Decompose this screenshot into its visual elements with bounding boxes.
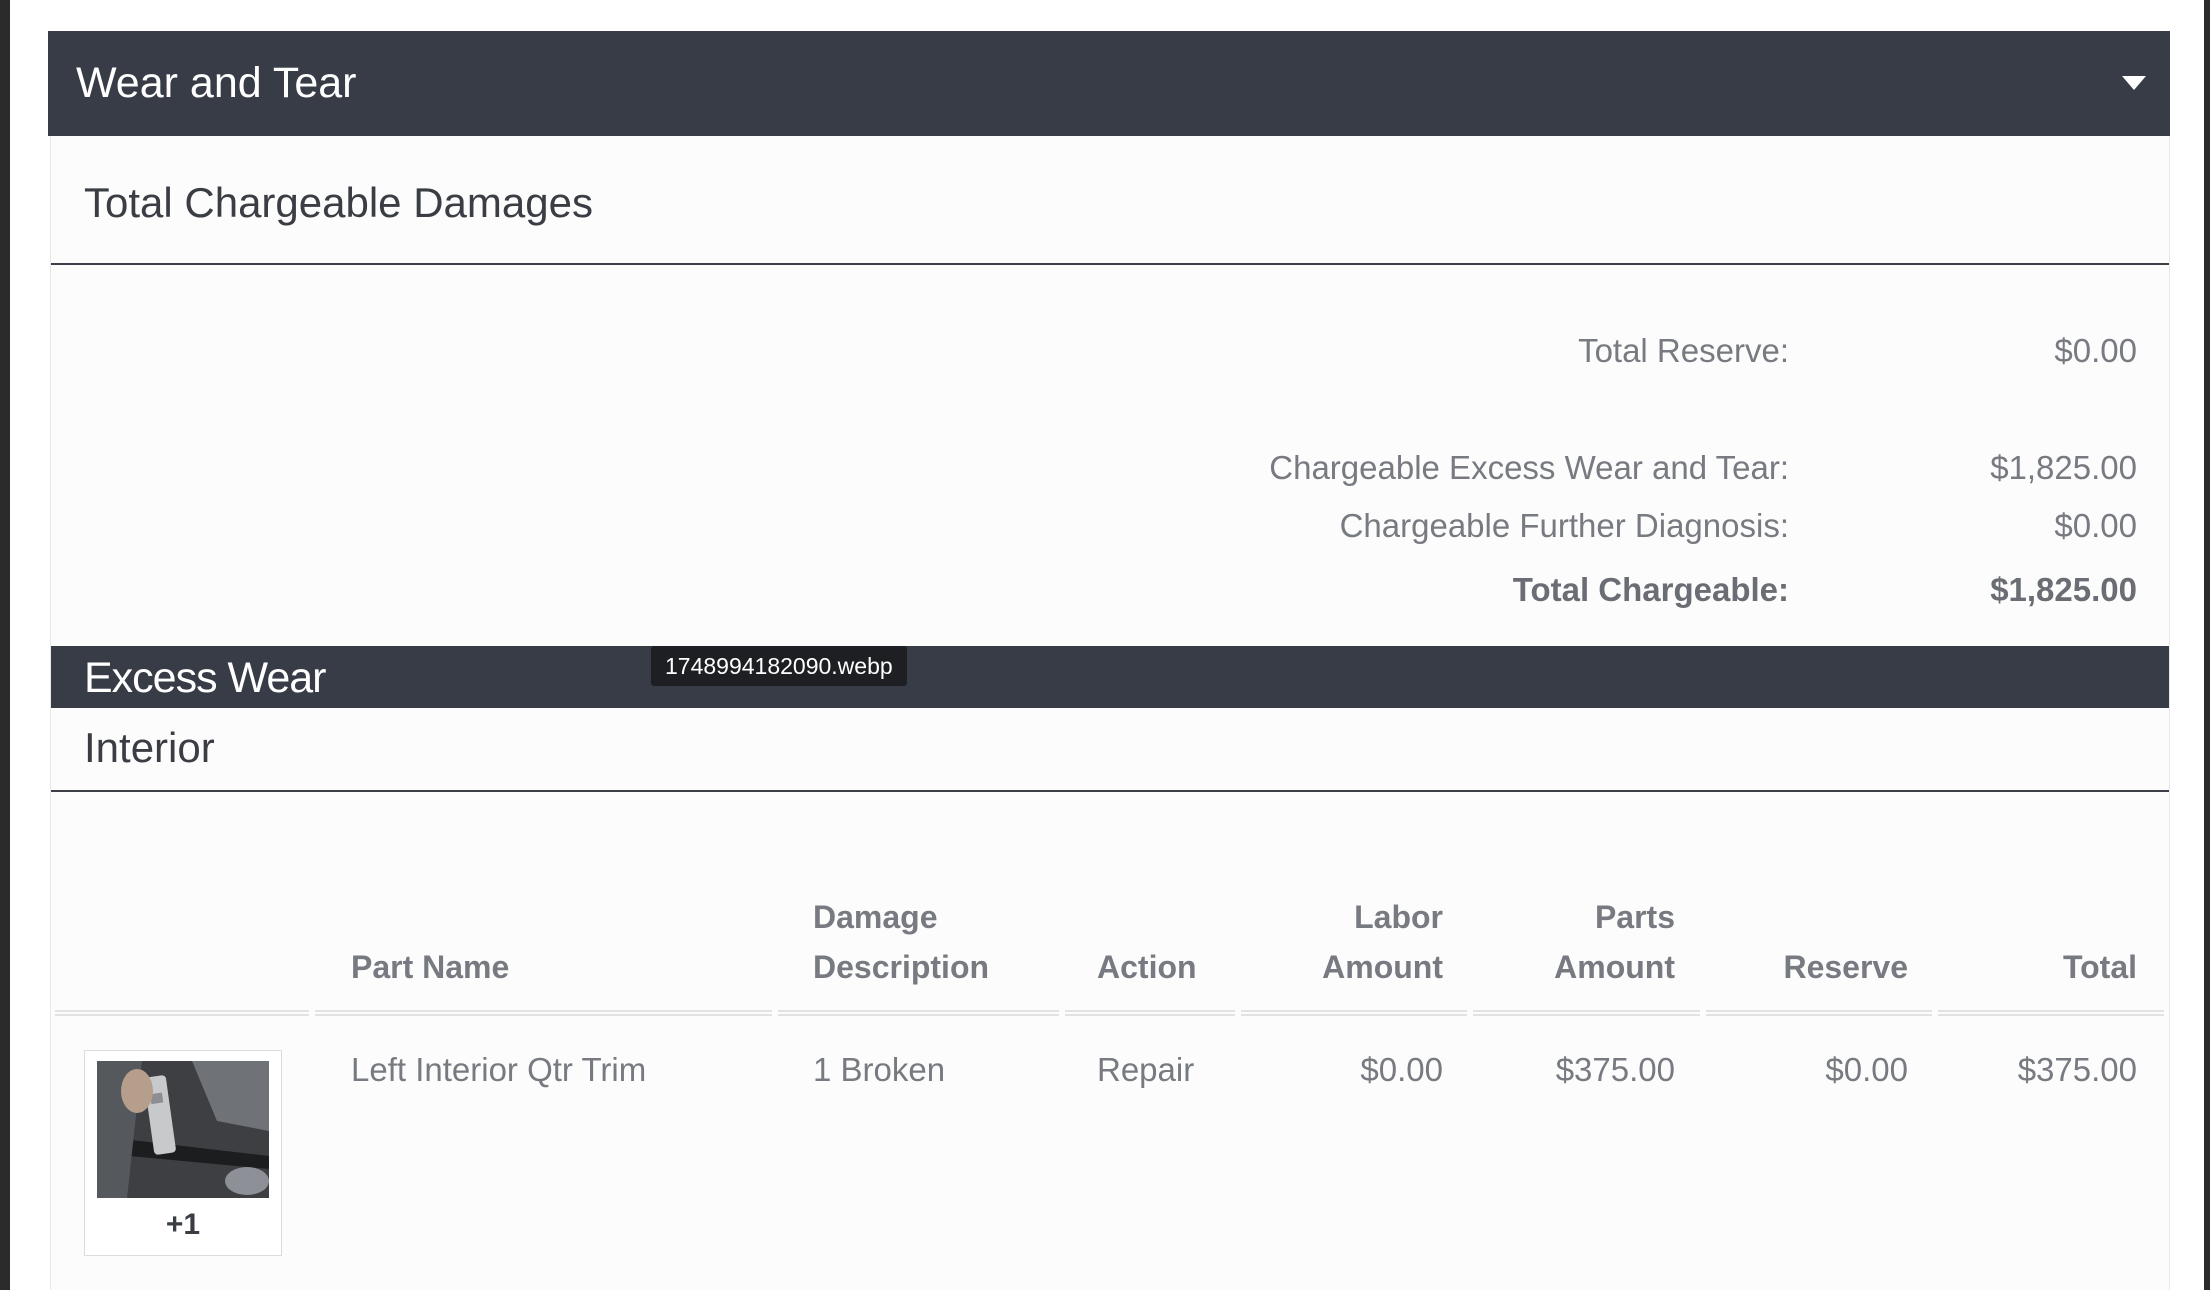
- interior-title: Interior: [84, 724, 215, 771]
- header-underline: [1706, 1010, 1932, 1016]
- excess-wear-title: Excess Wear: [84, 654, 326, 702]
- excess-wear-bar: Excess Wear 1748994182090.webp: [51, 646, 2169, 708]
- col-header-parts-line2: Amount: [1554, 949, 1675, 985]
- damage-photo-image: [97, 1061, 269, 1198]
- cell-damage-description: 1 Broken: [813, 1051, 946, 1088]
- divider: [51, 263, 2169, 265]
- col-header-total: Total: [2062, 949, 2137, 985]
- photo-count: +1: [165, 1208, 201, 1241]
- total-reserve-value: $0.00: [2054, 332, 2137, 369]
- header-underline: [778, 1010, 1059, 1016]
- total-chargeable-value: $1,825.00: [1990, 571, 2137, 608]
- header-underline: [1473, 1010, 1700, 1016]
- col-header-labor-line2: Amount: [1322, 949, 1443, 985]
- cell-parts-amount: $375.00: [1555, 1051, 1675, 1088]
- col-header-parts-line1: Parts: [1594, 899, 1675, 935]
- chargeable-excess-label: Chargeable Excess Wear and Tear:: [1269, 449, 1789, 486]
- total-reserve-label: Total Reserve:: [1578, 332, 1789, 369]
- col-header-action: Action: [1097, 949, 1197, 985]
- cell-action: Repair: [1097, 1051, 1195, 1088]
- col-header-reserve: Reserve: [1783, 949, 1908, 985]
- header-underline: [315, 1010, 772, 1016]
- header-underline: [55, 1010, 309, 1016]
- col-header-damage-line2: Description: [813, 949, 990, 985]
- header-underline: [1938, 1010, 2164, 1016]
- total-chargeable-label: Total Chargeable:: [1512, 571, 1789, 608]
- header-underline: [1065, 1010, 1235, 1016]
- cell-labor-amount: $0.00: [1360, 1051, 1443, 1088]
- page: Wear and Tear Total Chargeable Damages T…: [10, 0, 2204, 1290]
- caret-down-icon[interactable]: [2122, 76, 2146, 90]
- total-chargeable-damages-title: Total Chargeable Damages: [84, 179, 593, 226]
- filename-tooltip: 1748994182090.webp: [651, 646, 907, 686]
- col-header-damage-line1: Damage: [813, 899, 938, 935]
- chargeable-diagnosis-value: $0.00: [2054, 507, 2137, 544]
- chargeable-excess-value: $1,825.00: [1990, 449, 2137, 486]
- panel-title: Wear and Tear: [76, 59, 357, 107]
- damages-card: Total Chargeable Damages Total Reserve: …: [50, 136, 2170, 1290]
- col-header-part-name: Part Name: [351, 949, 510, 985]
- col-header-labor-line1: Labor: [1354, 899, 1443, 935]
- cell-reserve: $0.00: [1825, 1051, 1908, 1088]
- wear-and-tear-panel-header[interactable]: Wear and Tear: [48, 31, 2170, 136]
- cell-total: $375.00: [2017, 1051, 2137, 1088]
- divider: [51, 790, 2169, 792]
- chargeable-diagnosis-label: Chargeable Further Diagnosis:: [1339, 507, 1789, 544]
- damage-photo-thumbnail[interactable]: +1: [84, 1050, 282, 1256]
- cell-part-name: Left Interior Qtr Trim: [351, 1051, 647, 1088]
- header-underline: [1241, 1010, 1467, 1016]
